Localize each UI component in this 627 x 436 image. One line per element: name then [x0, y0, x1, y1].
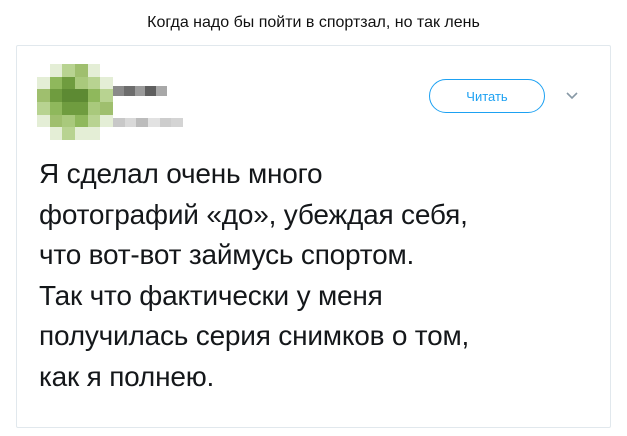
- avatar-pixel: [49, 76, 63, 90]
- pixelated-avatar[interactable]: [37, 64, 113, 140]
- tweet-text: Я сделал очень много фотографий «до», уб…: [39, 154, 599, 397]
- avatar-pixel: [75, 127, 88, 140]
- tweet-text-line: как я полнею.: [39, 360, 215, 392]
- tweet-text-line: фотографий «до», убеждая себя,: [39, 198, 468, 230]
- avatar-pixel: [100, 76, 113, 90]
- tweet-text-line: что вот-вот займусь спортом.: [39, 239, 415, 270]
- avatar-pixel: [62, 64, 75, 77]
- avatar-pixel: [87, 114, 101, 128]
- avatar-pixel: [37, 64, 50, 77]
- avatar-pixel: [49, 114, 63, 128]
- avatar-pixel: [62, 89, 75, 102]
- tweet-text-line: Так что фактически у меня: [39, 279, 383, 311]
- avatar-pixel: [75, 102, 88, 115]
- avatar-pixel: [87, 76, 101, 90]
- avatar-pixel: [100, 127, 113, 140]
- avatar-pixel: [37, 89, 50, 102]
- tweet-card: Читать Я сделал очень много фотографий «…: [16, 45, 611, 428]
- avatar-pixel: [62, 114, 75, 128]
- avatar-pixel: [37, 102, 50, 115]
- avatar-pixel: [37, 114, 50, 128]
- avatar-pixel: [87, 127, 101, 140]
- avatar-pixel: [75, 76, 88, 90]
- avatar-pixel: [62, 76, 75, 90]
- avatar-pixel: [75, 89, 88, 102]
- tweet-text-line: Я сделал очень много: [39, 158, 323, 189]
- avatar-pixel: [87, 102, 101, 115]
- avatar-pixel: [49, 127, 63, 140]
- avatar-pixel: [87, 89, 101, 102]
- blurred-display-name[interactable]: [113, 86, 167, 96]
- avatar-pixel: [75, 114, 88, 128]
- avatar-pixel: [100, 102, 113, 115]
- tweet-text-line: получилась серия снимков о том,: [39, 320, 470, 351]
- avatar-pixel: [100, 89, 113, 102]
- avatar-pixel: [100, 64, 113, 77]
- avatar-pixel: [49, 102, 63, 115]
- image-caption: Когда надо бы пойти в спортзал, но так л…: [147, 14, 480, 31]
- avatar-pixel: [62, 102, 75, 115]
- avatar-pixel: [37, 76, 50, 90]
- avatar-pixel: [100, 114, 113, 128]
- avatar-pixel: [49, 89, 63, 102]
- blurred-username[interactable]: [113, 118, 184, 127]
- chevron-down-icon[interactable]: [565, 90, 579, 102]
- avatar-pixel: [75, 64, 88, 77]
- avatar-pixel: [37, 127, 50, 140]
- follow-button[interactable]: Читать: [429, 79, 545, 113]
- avatar-pixel: [49, 64, 63, 77]
- avatar-pixel: [62, 127, 75, 140]
- avatar-pixel: [87, 64, 101, 77]
